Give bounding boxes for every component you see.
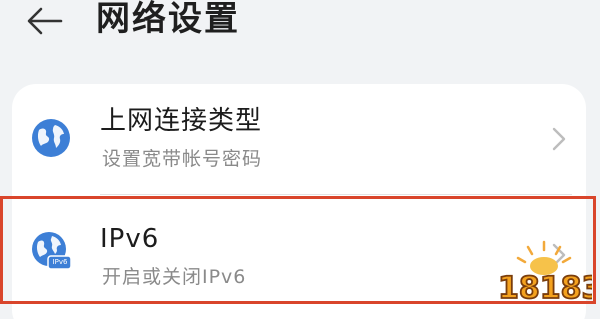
globe-icon bbox=[32, 119, 70, 157]
page-title: 网络设置 bbox=[96, 0, 240, 39]
chevron-right-icon bbox=[552, 127, 566, 151]
network-settings-page: 网络设置 上网连接类型 设置宽带帐号密码 IPv6 IPv6 开启或关闭IPv6… bbox=[0, 0, 600, 319]
header: 网络设置 bbox=[0, 0, 600, 60]
back-button[interactable] bbox=[18, 0, 72, 42]
watermark-logo-graphic: 18183 bbox=[497, 240, 600, 307]
arrow-left-icon bbox=[27, 7, 63, 35]
setting-subtitle: 设置宽带帐号密码 bbox=[102, 148, 263, 170]
watermark-text: 18183 bbox=[498, 271, 592, 306]
setting-item-connection-type[interactable]: 上网连接类型 设置宽带帐号密码 bbox=[12, 84, 586, 194]
watermark-logo: 18183 bbox=[496, 236, 600, 307]
setting-title: 上网连接类型 bbox=[100, 106, 263, 136]
